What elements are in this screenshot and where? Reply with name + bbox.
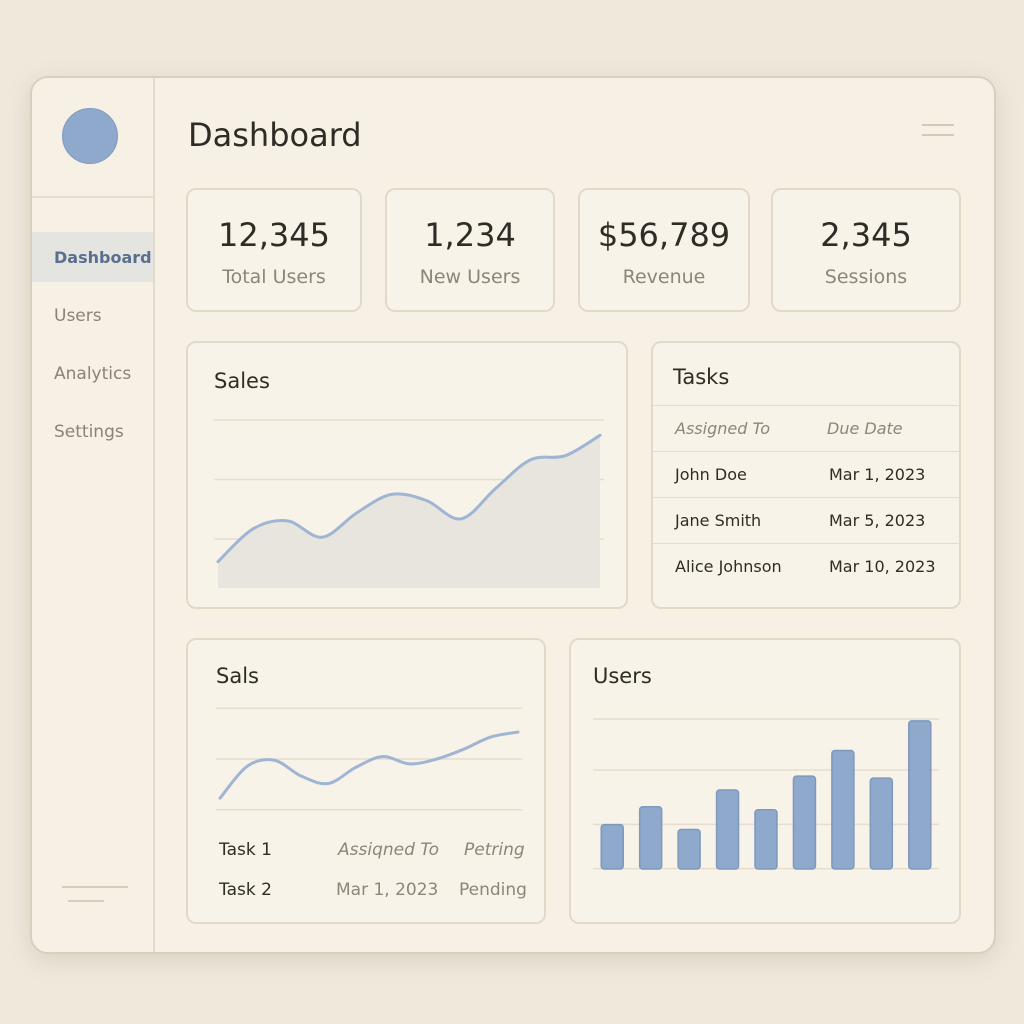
task-name: Task 1 <box>219 840 272 860</box>
tasks-table-header: Assigned To Due Date <box>653 405 959 452</box>
app-window: Dashboard Users Analytics Settings Dashb… <box>30 76 996 954</box>
cell-assignee: John Doe <box>675 465 747 484</box>
cell-due-date: Mar 1, 2023 <box>829 465 926 484</box>
bar <box>792 775 817 870</box>
bar <box>715 789 740 870</box>
sidebar-item-settings[interactable]: Settings <box>32 407 153 457</box>
card-title: Sales <box>214 369 270 393</box>
card-title: Tasks <box>673 365 730 389</box>
stat-value: 1,234 <box>424 216 516 254</box>
stat-value: $56,789 <box>597 216 731 254</box>
menu-icon[interactable] <box>922 122 954 140</box>
table-row[interactable]: Jane Smith Mar 5, 2023 <box>653 497 959 544</box>
task-status: Pending <box>459 880 527 900</box>
cell-assignee: Jane Smith <box>675 511 762 530</box>
tasks-card: Tasks Assigned To Due Date John Doe Mar … <box>651 341 961 609</box>
stat-label: Sessions <box>824 266 908 288</box>
column-header: Assigned To <box>675 419 771 438</box>
bar <box>908 720 932 870</box>
sales-chart <box>214 419 604 588</box>
sidebar-item-label: Dashboard <box>54 247 152 267</box>
list-item[interactable]: Task 2 Mar 1, 2023 Pending <box>188 880 544 908</box>
sidebar-item-analytics[interactable]: Analytics <box>32 349 153 399</box>
sidebar-item-label: Settings <box>54 422 124 442</box>
bar <box>869 777 894 870</box>
sidebar-item-users[interactable]: Users <box>32 291 153 341</box>
task-status: Petring <box>464 840 525 860</box>
cell-due-date: Mar 5, 2023 <box>829 511 926 530</box>
column-header: Due Date <box>827 419 903 438</box>
bar <box>600 823 624 870</box>
sals-card: Sals Task 1 Assiqned To Petring Task 2 M… <box>186 638 546 924</box>
stat-card-new-users: 1,234 New Users <box>385 188 555 312</box>
sidebar-item-dashboard[interactable]: Dashboard <box>32 232 153 282</box>
avatar[interactable] <box>62 108 118 164</box>
stat-card-total-users: 12,345 Total Users <box>186 188 362 312</box>
sidebar-item-label: Users <box>54 306 102 326</box>
sidebar-menu-icon[interactable] <box>62 882 128 908</box>
list-item[interactable]: Task 1 Assiqned To Petring <box>188 840 544 868</box>
table-row[interactable]: Alice Johnson Mar 10, 2023 <box>653 543 959 590</box>
users-chart <box>593 718 939 870</box>
stat-card-revenue: $56,789 Revenue <box>578 188 750 312</box>
bar <box>638 806 663 870</box>
stat-label: New Users <box>419 266 521 288</box>
cell-due-date: Mar 10, 2023 <box>829 557 936 576</box>
table-row[interactable]: John Doe Mar 1, 2023 <box>653 451 959 498</box>
users-card: Users <box>569 638 961 924</box>
bar <box>677 828 701 870</box>
stat-value: 2,345 <box>820 216 912 254</box>
stat-label: Revenue <box>622 266 706 288</box>
task-assignee: Assiqned To <box>338 840 439 860</box>
sales-card: Sales <box>186 341 628 609</box>
task-date: Mar 1, 2023 <box>336 880 439 900</box>
cell-assignee: Alice Johnson <box>675 557 782 576</box>
sals-chart <box>216 707 522 811</box>
sidebar-item-label: Analytics <box>54 364 132 384</box>
task-name: Task 2 <box>219 880 272 900</box>
card-title: Sals <box>216 664 259 688</box>
stat-value: 12,345 <box>218 216 330 254</box>
bar <box>831 749 855 870</box>
sidebar-divider <box>32 196 153 198</box>
card-title: Users <box>593 664 652 688</box>
bar <box>754 809 778 870</box>
page-title: Dashboard <box>188 116 362 154</box>
series-line <box>218 730 520 800</box>
sidebar: Dashboard Users Analytics Settings <box>32 78 155 952</box>
stat-label: Total Users <box>222 266 326 288</box>
stat-card-sessions: 2,345 Sessions <box>771 188 961 312</box>
